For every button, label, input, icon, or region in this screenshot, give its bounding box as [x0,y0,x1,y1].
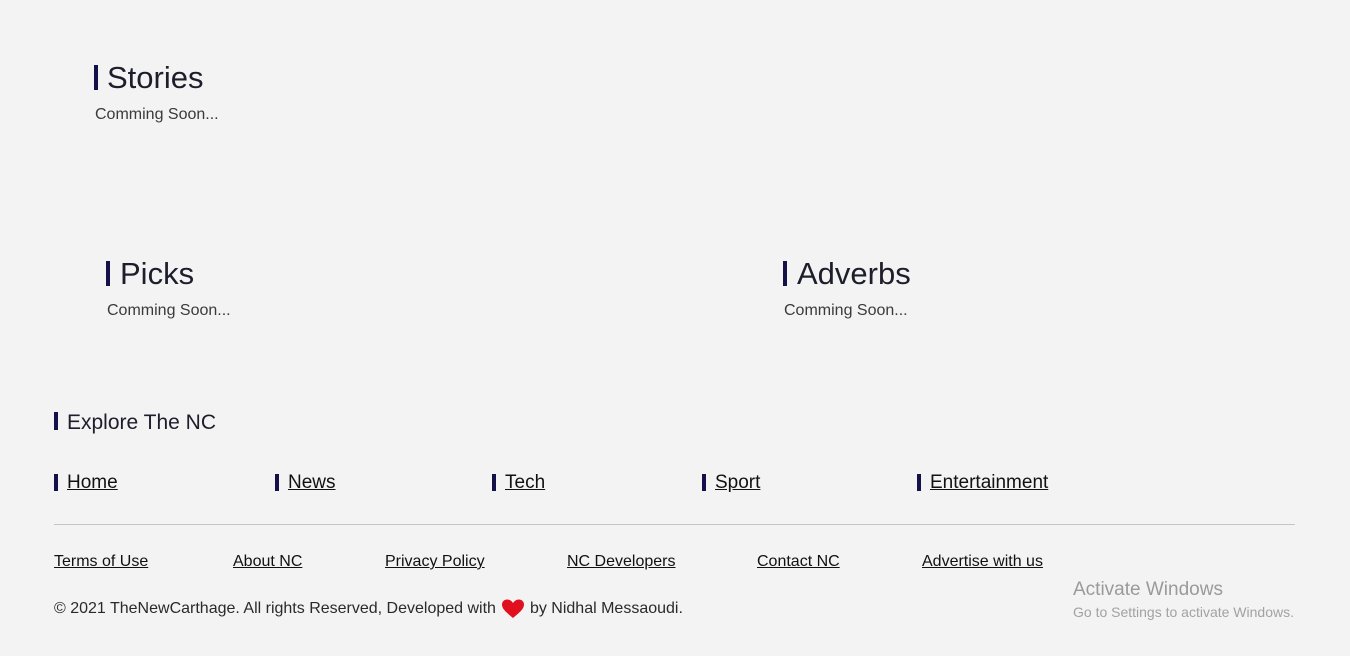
nav-link-news[interactable]: News [288,472,336,494]
footer-link-advertise[interactable]: Advertise with us [922,553,1043,571]
windows-watermark-title: Activate Windows [1073,579,1223,600]
nav-link-home[interactable]: Home [67,472,118,494]
footer-divider [54,524,1295,525]
heart-shape [501,599,524,618]
nav-home-bar [54,474,58,491]
nav-tech-bar [492,474,496,491]
stories-status: Comming Soon... [95,106,219,123]
copyright-line: © 2021 TheNewCarthage. All rights Reserv… [54,599,683,619]
explore-title: Explore The NC [67,411,217,434]
nav-entertainment-bar [917,474,921,491]
stories-title: Stories [107,60,204,95]
footer-link-developers[interactable]: NC Developers [567,553,675,571]
stories-accent-bar [94,65,98,90]
copyright-text: © 2021 TheNewCarthage. All rights Reserv… [54,600,496,617]
nav-news-bar [275,474,279,491]
nav-link-sport[interactable]: Sport [715,472,760,494]
adverbs-accent-bar [783,261,787,286]
heart-icon [501,599,524,619]
picks-title: Picks [120,256,195,291]
picks-status: Comming Soon... [107,302,231,319]
copyright-author: by Nidhal Messaoudi. [529,600,683,617]
windows-watermark-subtitle: Go to Settings to activate Windows. [1073,604,1294,620]
footer-link-contact[interactable]: Contact NC [757,553,840,571]
nav-link-entertainment[interactable]: Entertainment [930,472,1048,494]
nav-link-tech[interactable]: Tech [505,472,545,494]
footer-link-terms[interactable]: Terms of Use [54,553,148,571]
footer-link-privacy[interactable]: Privacy Policy [385,553,485,571]
footer-link-about[interactable]: About NC [233,553,302,571]
adverbs-title: Adverbs [797,256,911,291]
picks-accent-bar [106,261,110,286]
adverbs-status: Comming Soon... [784,302,908,319]
nav-sport-bar [702,474,706,491]
explore-accent-bar [54,412,58,430]
